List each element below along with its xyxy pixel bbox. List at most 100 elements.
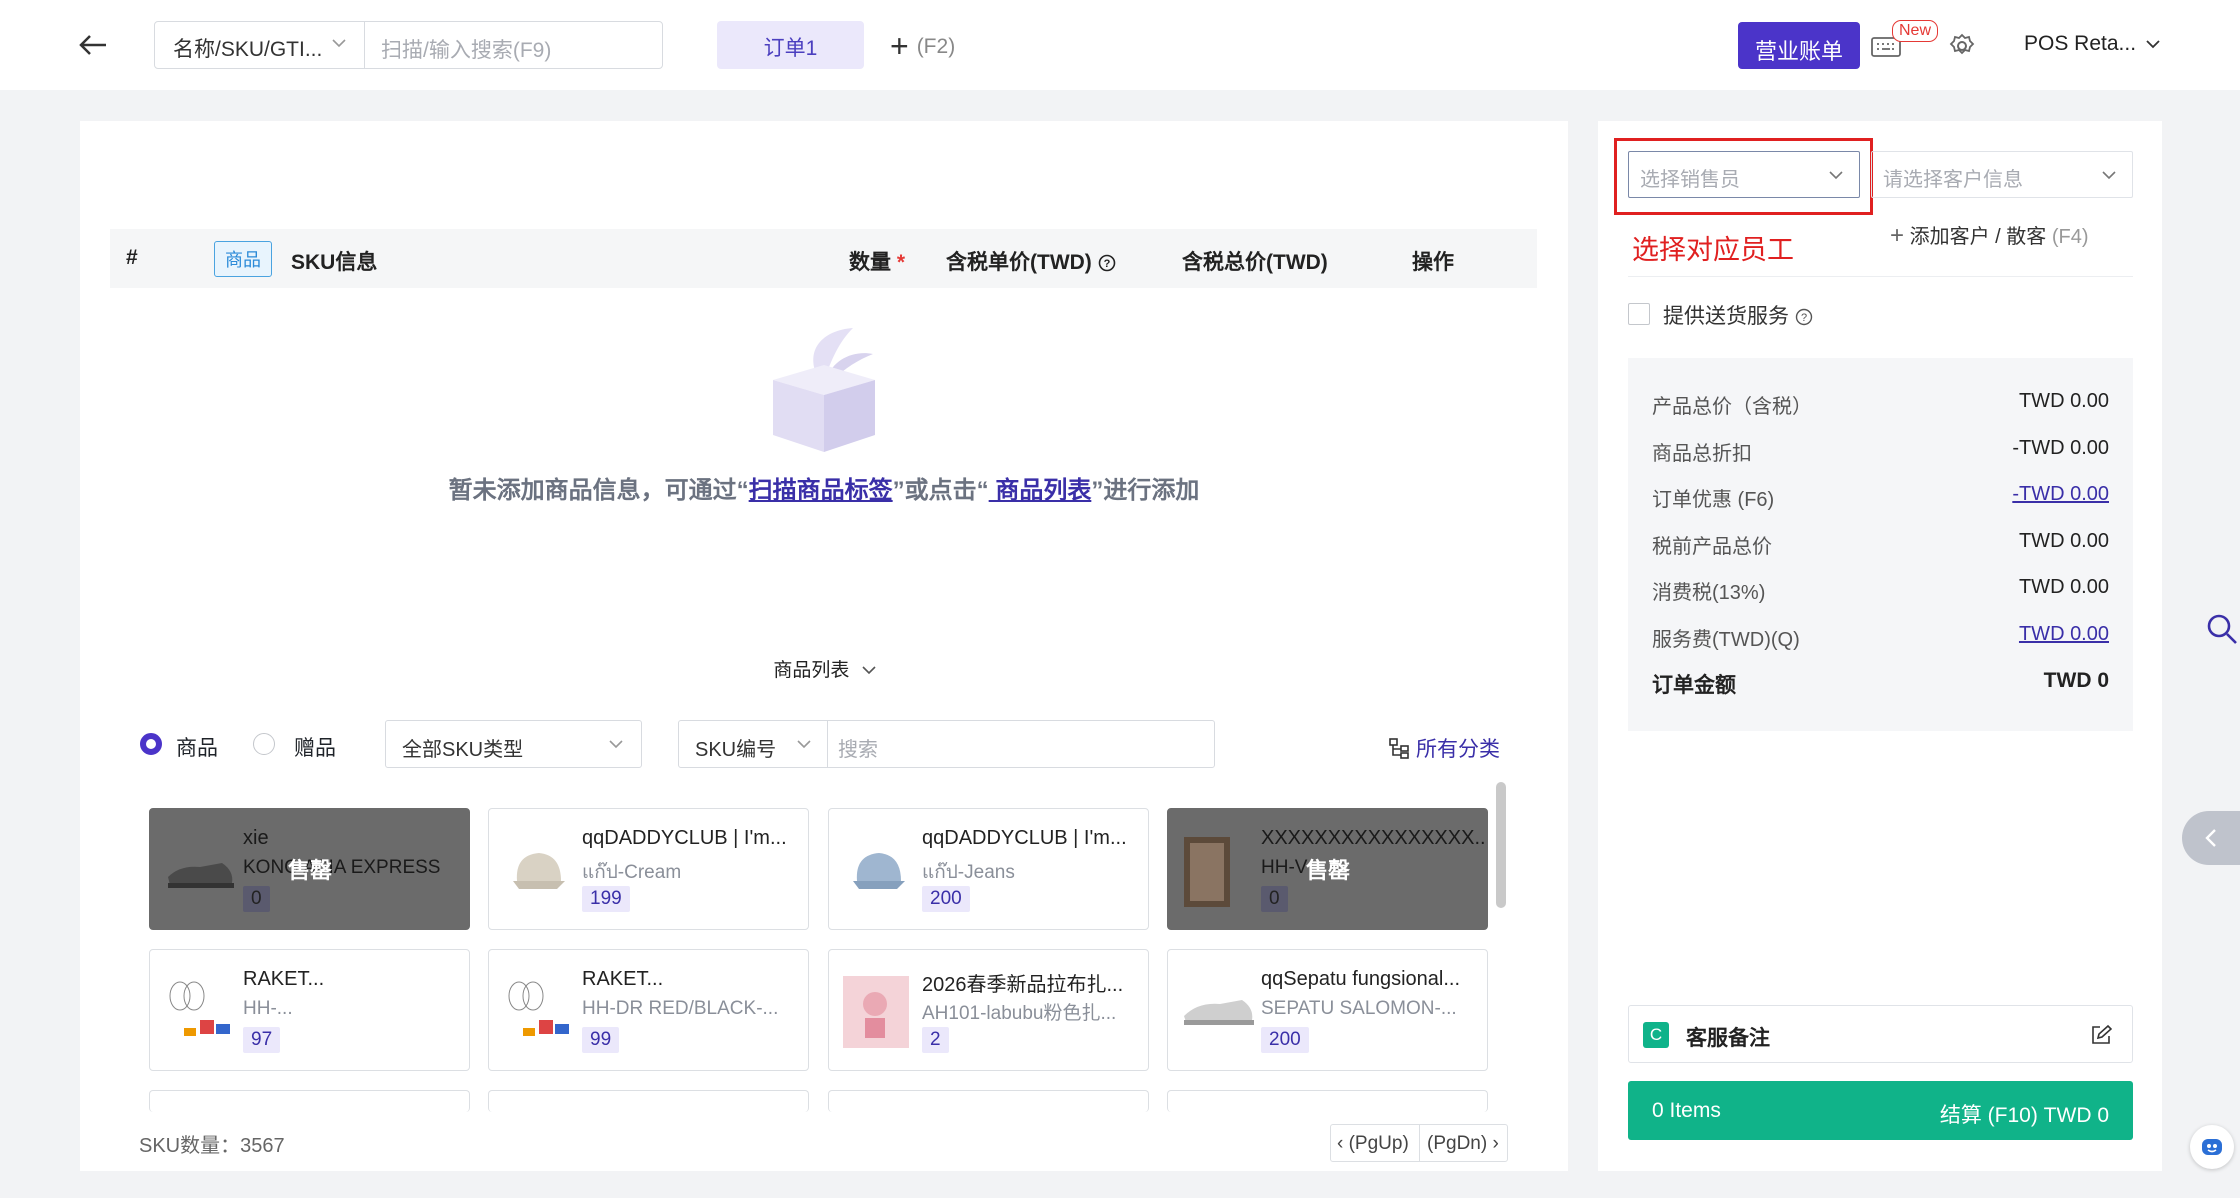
empty-state-text: 暂未添加商品信息，可通过“扫描商品标签”或点击“ 商品列表”进行添加 (448, 477, 1200, 504)
chevron-down-icon (797, 740, 811, 749)
delivery-checkbox[interactable] (1628, 303, 1650, 325)
plus-icon: + (1890, 222, 1905, 249)
product-card[interactable]: XXXXXXXXXXXXXXXX... HH-V 0 售罄 (1167, 808, 1488, 930)
chevron-down-icon (2102, 171, 2116, 180)
search-input[interactable]: 扫描/输入搜索(F9) (364, 21, 663, 69)
collapse-tab[interactable] (2182, 811, 2240, 865)
note-icon: C (1643, 1022, 1669, 1048)
add-order-button[interactable]: + (F2) (890, 28, 955, 65)
add-customer-link[interactable]: 添加客户 (1910, 226, 1990, 248)
gear-icon[interactable] (1948, 32, 1976, 60)
search-type-select[interactable]: 名称/SKU/GTI... (154, 21, 365, 69)
divider (1628, 276, 2133, 277)
checkout-label: 结算 (F10) TWD 0 (1939, 1104, 2109, 1127)
add-order-hint: (F2) (916, 35, 956, 58)
sold-out-label: 售罄 (1306, 858, 1351, 883)
chevron-left-icon (2205, 829, 2216, 847)
new-badge: New (1892, 20, 1939, 42)
pagination: ‹ (PgUp) (PgDn) › (1330, 1124, 1508, 1162)
col-index: # (126, 246, 138, 269)
business-bill-button[interactable]: 营业账单 (1738, 22, 1860, 69)
product-card[interactable] (1167, 1090, 1488, 1112)
checkout-button[interactable]: 0 Items 结算 (F10) TWD 0 (1628, 1081, 2133, 1140)
product-search-input[interactable]: 搜索 (827, 720, 1215, 768)
radio-gift[interactable] (253, 733, 275, 755)
product-card[interactable]: 2026春季新品拉布扎... AH101-labubu粉色扎... 2 (828, 949, 1149, 1071)
annotation-text: 选择对应员工 (1632, 235, 1794, 265)
order-summary: 产品总价（含税） TWD 0.00 商品总折扣 -TWD 0.00 订单优惠 (F6… (1628, 358, 2133, 731)
chevron-down-icon (609, 740, 623, 749)
product-thumbnail (1184, 1000, 1254, 1025)
delivery-label: 提供送货服务 ? (1663, 300, 1813, 330)
summary-row: 消费税(13%) TWD 0.00 (1652, 576, 2109, 604)
chevron-down-icon (862, 666, 876, 675)
product-list-toggle[interactable]: 商品列表 (740, 641, 910, 691)
product-card[interactable]: xie KONG ASIA EXPRESS 0 售罄 (149, 808, 470, 930)
radio-gift-label: 赠品 (294, 737, 336, 760)
product-card[interactable] (149, 1090, 470, 1112)
col-sku-info: SKU信息 (291, 251, 378, 274)
radio-goods-label: 商品 (176, 737, 218, 760)
product-card[interactable] (828, 1090, 1149, 1112)
help-icon: ? (1098, 254, 1115, 272)
summary-row: 服务费(TWD)(Q) TWD 0.00 (1652, 623, 2109, 651)
product-card[interactable]: RAKET... HH-DR RED/BLACK-... 99 (488, 949, 809, 1071)
sku-type-select[interactable]: 全部SKU类型 (385, 720, 642, 768)
product-card[interactable]: qqDADDYCLUB | I'm... แก๊ป-Jeans 200 (828, 808, 1149, 930)
chevron-down-icon (1829, 171, 1843, 180)
scrollbar[interactable] (1496, 782, 1506, 908)
plus-icon: + (890, 28, 909, 64)
customer-select[interactable]: 请选择客户信息 (1871, 151, 2133, 198)
product-card[interactable]: RAKET... HH-... 97 (149, 949, 470, 1071)
scan-label-link[interactable]: 扫描商品标签 (749, 477, 893, 504)
order-discount-link[interactable]: -TWD 0.00 (2012, 483, 2109, 506)
tab-order-1[interactable]: 订单1 (717, 21, 864, 69)
walk-in-link[interactable]: 散客 (2006, 226, 2046, 248)
product-thumbnail (1184, 837, 1230, 907)
assistant-bot-icon[interactable] (2190, 1125, 2234, 1169)
page-down-button[interactable]: (PgDn) › (1427, 1133, 1499, 1155)
summary-row: 税前产品总价 TWD 0.00 (1652, 530, 2109, 558)
store-name[interactable]: POS Reta... (2024, 32, 2136, 56)
help-icon: ? (1795, 308, 1813, 326)
chevron-down-icon[interactable] (2144, 35, 2162, 53)
chevron-down-icon (332, 39, 346, 48)
summary-row: 产品总价（含税） TWD 0.00 (1652, 390, 2109, 418)
salesperson-select[interactable]: 选择销售员 (1628, 151, 1860, 198)
product-thumbnail (508, 981, 569, 1036)
goods-tag: 商品 (214, 241, 272, 277)
svg-text:?: ? (1103, 258, 1110, 270)
col-actions: 操作 (1412, 251, 1454, 274)
note-label: 客服备注 (1686, 1027, 1770, 1050)
product-card[interactable]: qqDADDYCLUB | I'm... แก๊ป-Cream 199 (488, 808, 809, 930)
product-thumbnail (843, 976, 909, 1048)
summary-row: 订单优惠 (F6) -TWD 0.00 (1652, 483, 2109, 511)
product-list-link[interactable]: 商品列表 (989, 477, 1091, 504)
all-categories-button[interactable]: 所有分类 (1388, 733, 1500, 763)
order-table-header: # 商品 SKU信息 数量 * 含税单价(TWD) ? 含税总价(TWD) 操作 (110, 229, 1537, 288)
product-card[interactable] (488, 1090, 809, 1112)
category-tree-icon (1389, 738, 1409, 759)
items-count: 0 Items (1652, 1099, 1721, 1122)
product-thumbnail (168, 863, 234, 888)
sold-out-label: 售罄 (288, 858, 333, 883)
edit-icon[interactable] (2090, 1024, 2112, 1046)
radio-goods[interactable] (140, 733, 162, 755)
service-note[interactable]: C 客服备注 (1628, 1005, 2133, 1063)
col-unit-price: 含税单价(TWD) ? (946, 246, 1116, 276)
add-customer-row: + 添加客户 / 散客 (F4) (1890, 222, 2089, 249)
required-mark: * (896, 251, 906, 274)
back-arrow-icon[interactable] (76, 28, 110, 62)
product-card[interactable]: qqSepatu fungsional... SEPATU SALOMON-...… (1167, 949, 1488, 1071)
sku-field-select[interactable]: SKU编号 (678, 720, 828, 768)
search-icon[interactable] (2206, 613, 2238, 645)
page-up-button[interactable]: ‹ (PgUp) (1337, 1133, 1409, 1155)
summary-row: 商品总折扣 -TWD 0.00 (1652, 437, 2109, 465)
product-list-footer (110, 1112, 1537, 1171)
empty-box-icon (773, 328, 875, 452)
summary-total-row: 订单金额 TWD 0 (1652, 669, 2109, 697)
col-total-price: 含税总价(TWD) (1182, 251, 1328, 274)
product-thumbnail (853, 853, 905, 889)
svg-text:?: ? (1801, 312, 1807, 324)
service-fee-link[interactable]: TWD 0.00 (2019, 623, 2109, 646)
